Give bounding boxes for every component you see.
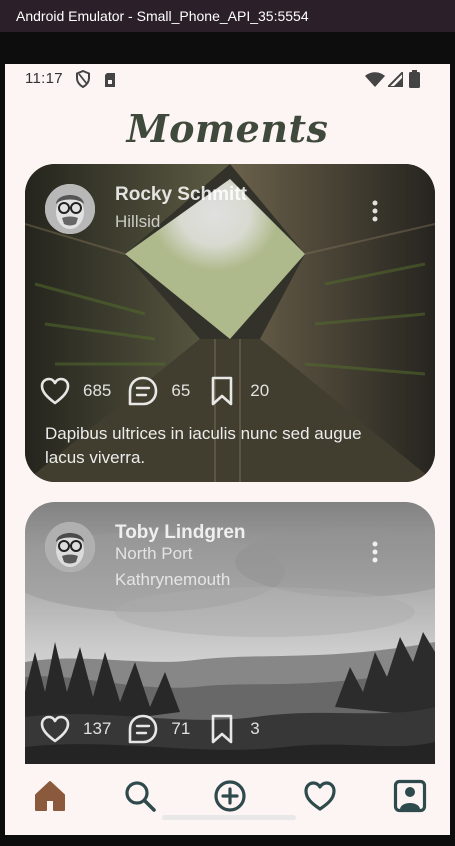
- home-icon[interactable]: [32, 778, 68, 814]
- avatar-image: [45, 522, 95, 572]
- window-title: Android Emulator - Small_Phone_API_35:55…: [16, 8, 309, 24]
- signal-icon: [388, 72, 403, 87]
- bookmark-icon[interactable]: [206, 375, 238, 407]
- avatar-image: [45, 184, 95, 234]
- wifi-icon: [365, 72, 385, 87]
- like-icon[interactable]: [39, 713, 71, 745]
- status-bar: 11:17: [5, 64, 450, 94]
- save-count: 20: [250, 381, 270, 400]
- bookmark-icon[interactable]: [206, 713, 238, 745]
- post-card[interactable]: Rocky Schmitt Hillsid 685 65 20 Dapibus …: [25, 164, 435, 482]
- avatar[interactable]: [45, 522, 95, 572]
- more-options-icon[interactable]: [365, 540, 385, 564]
- gesture-home-bar[interactable]: [162, 815, 296, 820]
- save-count: 3: [250, 719, 260, 738]
- sim-card-icon: [105, 73, 115, 87]
- profile-icon[interactable]: [392, 778, 428, 814]
- comment-count: 71: [171, 719, 191, 738]
- shield-icon: [76, 70, 90, 88]
- comment-count: 65: [171, 381, 191, 400]
- post-caption: Dapibus ultrices in iaculis nunc sed aug…: [45, 424, 362, 467]
- post-card[interactable]: Toby Lindgren North Port Kathrynemouth 1…: [25, 502, 435, 764]
- post-username[interactable]: Toby Lindgren: [115, 522, 246, 544]
- battery-icon: [409, 70, 420, 88]
- search-icon[interactable]: [122, 778, 158, 814]
- post-location-line1: North Port: [115, 544, 193, 563]
- like-count: 137: [83, 719, 112, 738]
- post-username[interactable]: Rocky Schmitt: [115, 184, 247, 206]
- status-time: 11:17: [25, 70, 63, 87]
- comment-icon[interactable]: [127, 375, 159, 407]
- phone-screen: 11:17 Moments Rocky Schmitt Hillsid 685 …: [5, 64, 450, 835]
- post-stats: 685 65 20: [39, 374, 285, 408]
- like-icon[interactable]: [39, 375, 71, 407]
- emulator-title-bar: Android Emulator - Small_Phone_API_35:55…: [0, 0, 455, 32]
- post-location-line2: Kathrynemouth: [115, 570, 231, 589]
- app-title: Moments: [126, 106, 329, 151]
- more-options-icon[interactable]: [365, 199, 385, 223]
- avatar[interactable]: [45, 184, 95, 234]
- post-location: Hillsid: [115, 212, 161, 231]
- add-icon[interactable]: [212, 778, 248, 814]
- post-feed[interactable]: Rocky Schmitt Hillsid 685 65 20 Dapibus …: [5, 164, 450, 764]
- like-count: 685: [83, 381, 112, 400]
- heart-icon[interactable]: [302, 778, 338, 814]
- bottom-navigation: [5, 764, 450, 835]
- device-frame: 11:17 Moments Rocky Schmitt Hillsid 685 …: [0, 32, 455, 846]
- comment-icon[interactable]: [127, 713, 159, 745]
- post-stats: 137 71 3: [39, 712, 276, 746]
